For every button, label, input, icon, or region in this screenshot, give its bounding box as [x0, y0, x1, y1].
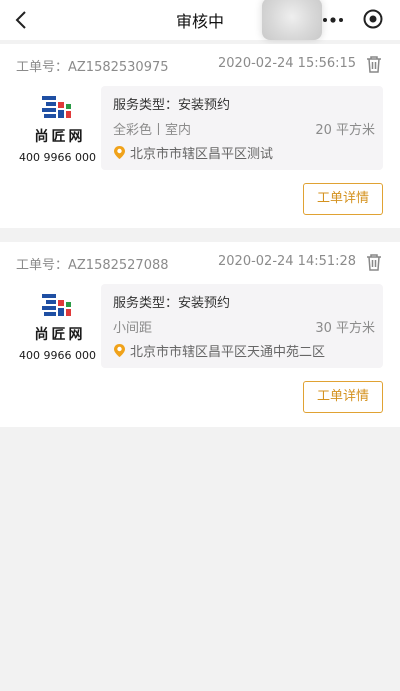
logo-phone: 400 9966 000 [19, 349, 96, 362]
logo-mark-icon [42, 96, 71, 118]
logo-mark-icon [42, 294, 71, 316]
trash-icon[interactable] [364, 252, 384, 272]
product-spec: 全彩色丨室内 [113, 123, 192, 138]
install-area: 20 平方米 [315, 123, 375, 138]
order-card: 工单号：AZ1582527088 2020-02-24 14:51:28 尚匠网… [0, 242, 400, 427]
order-detail-button[interactable]: 工单详情 [303, 381, 383, 413]
trash-icon[interactable] [364, 54, 384, 74]
product-spec: 小间距 [113, 321, 153, 336]
blurred-thumbnail [262, 0, 322, 40]
location-pin-icon [114, 344, 125, 357]
order-time: 2020-02-24 15:56:15 [218, 56, 357, 71]
order-time: 2020-02-24 14:51:28 [218, 254, 357, 269]
install-area: 30 平方米 [315, 321, 375, 336]
logo-phone: 400 9966 000 [19, 151, 96, 164]
address-row: 北京市市辖区昌平区天通中苑二区 [113, 341, 325, 360]
navigation-bar: 审核中 [0, 0, 400, 40]
logo-title: 尚匠网 [34, 327, 86, 343]
brand-logo: 尚匠网 400 9966 000 [19, 294, 100, 364]
service-type: 服务类型：安装预约 [113, 98, 231, 113]
address-row: 北京市市辖区昌平区测试 [113, 143, 273, 162]
address-text: 北京市市辖区昌平区测试 [130, 147, 274, 162]
brand-logo: 尚匠网 400 9966 000 [19, 96, 100, 166]
order-detail-button[interactable]: 工单详情 [303, 183, 383, 215]
order-number: 工单号：AZ1582530975 [16, 60, 169, 75]
order-card: 工单号：AZ1582530975 2020-02-24 15:56:15 尚匠网… [0, 44, 400, 228]
order-info-panel: 服务类型：安装预约 全彩色丨室内 20 平方米 北京市市辖区昌平区测试 [101, 86, 383, 170]
more-icon[interactable] [322, 16, 344, 24]
address-text: 北京市市辖区昌平区天通中苑二区 [130, 345, 326, 360]
location-pin-icon [114, 146, 125, 159]
order-number: 工单号：AZ1582527088 [16, 258, 169, 273]
logo-title: 尚匠网 [34, 129, 86, 145]
close-miniprogram-icon[interactable] [363, 9, 383, 29]
service-type: 服务类型：安装预约 [113, 296, 231, 311]
order-info-panel: 服务类型：安装预约 小间距 30 平方米 北京市市辖区昌平区天通中苑二区 [101, 284, 383, 368]
